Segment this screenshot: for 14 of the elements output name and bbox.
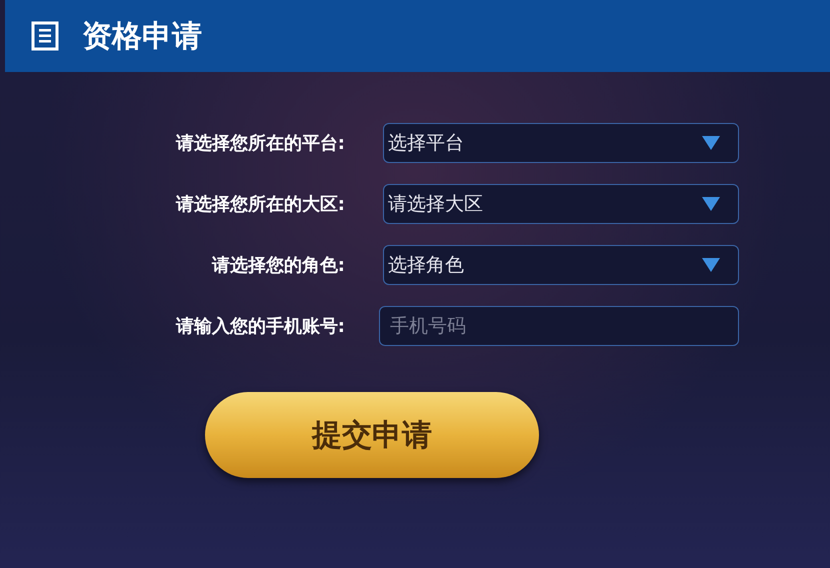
field-label: 请输入您的手机账号: — [174, 315, 346, 338]
caret-icon — [702, 197, 720, 211]
select-dropdown[interactable]: 选择平台 — [383, 123, 739, 163]
input-field[interactable]: 手机号码 — [379, 306, 739, 346]
document-icon — [30, 21, 60, 51]
select-dropdown[interactable]: 选择角色 — [383, 245, 739, 285]
select-dropdown[interactable]: 请选择大区 — [383, 184, 739, 224]
field-label: 请选择您所在的大区: — [174, 193, 346, 216]
submit-button[interactable]: 提交申请 — [205, 392, 539, 478]
field-label: 请选择您所在的平台: — [174, 132, 346, 155]
header-title: 资格申请 — [82, 18, 202, 56]
caret-icon — [702, 258, 720, 272]
caret-icon — [702, 136, 720, 150]
field-label: 请选择您的角色: — [210, 254, 346, 277]
